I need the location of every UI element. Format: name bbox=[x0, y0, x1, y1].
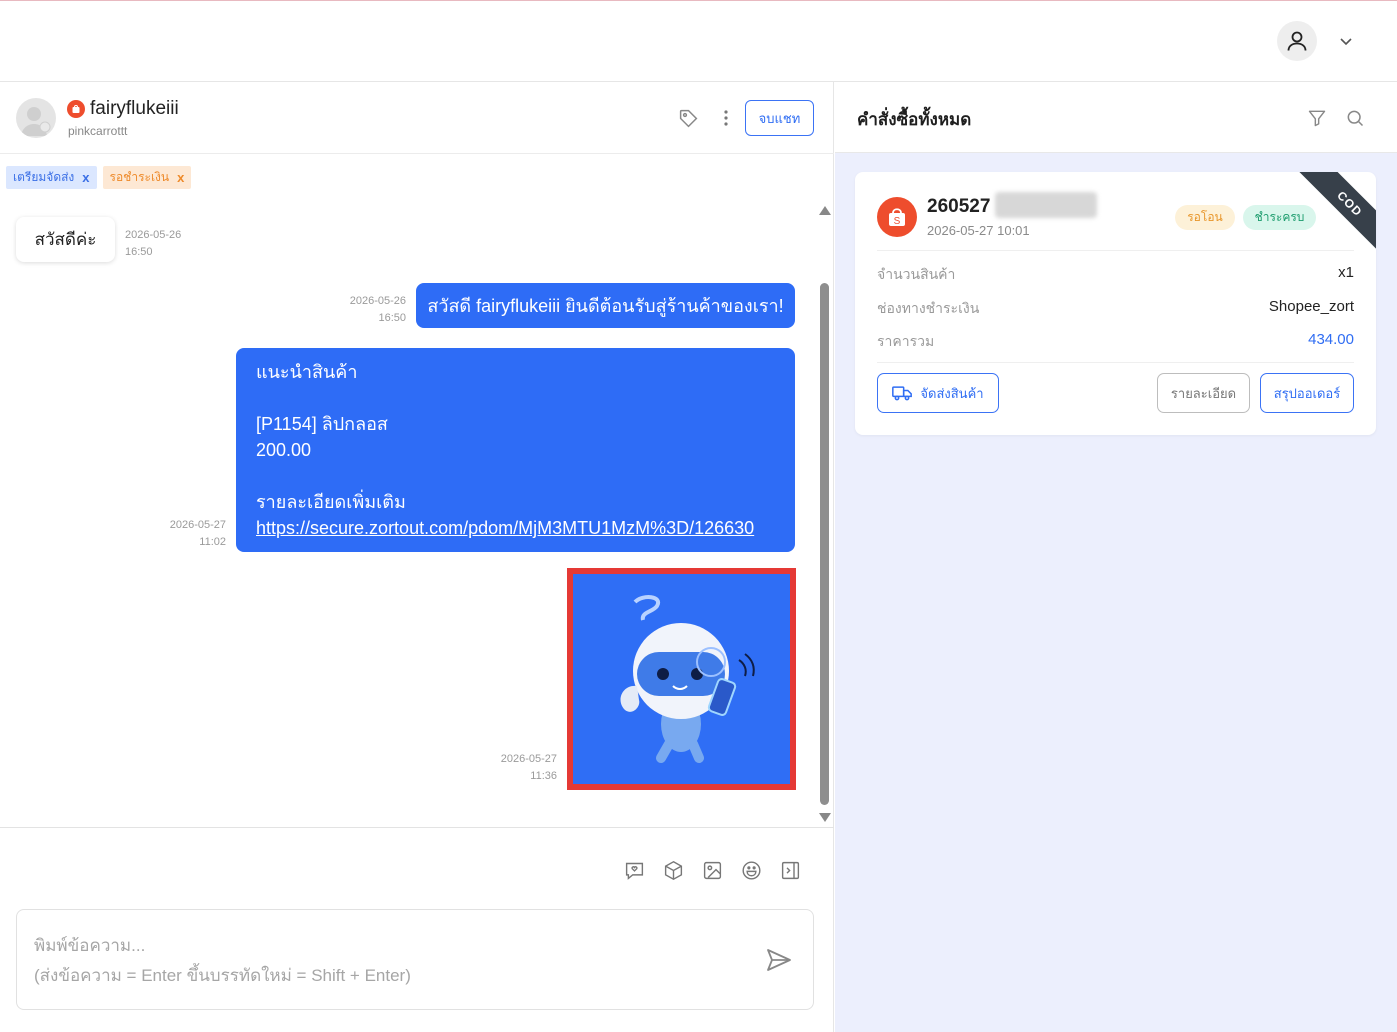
scroll-down-arrow-icon[interactable] bbox=[819, 813, 831, 822]
more-options-icon[interactable] bbox=[722, 109, 730, 127]
filter-icon[interactable] bbox=[1307, 108, 1327, 128]
product-recommendation-message: แนะนำสินค้า [P1154] ลิปกลอส 200.00 รายละ… bbox=[236, 348, 795, 552]
truck-icon bbox=[892, 386, 913, 401]
shopee-icon: S bbox=[877, 197, 917, 237]
chevron-down-icon[interactable] bbox=[1338, 33, 1354, 49]
divider bbox=[877, 250, 1354, 251]
robot-mascot-image bbox=[573, 574, 790, 784]
top-bar bbox=[0, 1, 1397, 82]
tag-icon[interactable] bbox=[678, 108, 699, 129]
scroll-up-arrow-icon[interactable] bbox=[819, 206, 831, 215]
search-icon[interactable] bbox=[1345, 108, 1365, 128]
incoming-message: สวัสดีค่ะ bbox=[16, 217, 115, 262]
order-card[interactable]: S 260527 2026-05-27 10:01 รอโอน ชำระครบ … bbox=[855, 172, 1376, 435]
composer-divider bbox=[0, 827, 834, 828]
tag-label: เตรียมจัดส่ง bbox=[13, 170, 75, 184]
product-name: [P1154] ลิปกลอส bbox=[256, 414, 388, 434]
send-icon[interactable] bbox=[766, 948, 792, 972]
tag-remove-button[interactable]: x bbox=[82, 170, 89, 185]
total-price-value: 434.00 bbox=[1308, 331, 1354, 348]
message-timestamp: 2026-05-27 11:02 bbox=[169, 519, 226, 548]
chat-header: fairyflukeiii pinkcarrottt จบแชท bbox=[0, 82, 834, 154]
status-badge: ชำระครบ bbox=[1243, 205, 1316, 230]
svg-text:S: S bbox=[894, 216, 901, 227]
tag-chip: รอชำระเงิน x bbox=[102, 166, 192, 189]
shopee-icon bbox=[67, 100, 85, 118]
input-placeholder: พิมพ์ข้อความ... bbox=[34, 936, 146, 955]
message-timestamp: 2026-05-26 16:50 bbox=[349, 295, 406, 324]
profile-button[interactable] bbox=[1277, 21, 1317, 61]
image-icon[interactable] bbox=[702, 860, 723, 881]
orders-panel: คำสั่งซื้อทั้งหมด S 260527 2026-05-27 10… bbox=[835, 82, 1397, 1032]
chat-tags: เตรียมจัดส่ง x รอชำระเงิน x bbox=[6, 166, 192, 189]
status-badge: รอโอน bbox=[1175, 205, 1235, 230]
end-chat-button[interactable]: จบแชท bbox=[745, 100, 814, 136]
ship-order-label: จัดส่งสินค้า bbox=[920, 385, 984, 401]
tag-label: รอชำระเงิน bbox=[109, 170, 170, 184]
user-icon bbox=[1287, 31, 1307, 51]
scrollbar-thumb[interactable] bbox=[820, 283, 829, 805]
total-price-label: ราคารวม bbox=[877, 333, 935, 349]
chat-panel: fairyflukeiii pinkcarrottt จบแชท เตรียมจ… bbox=[0, 82, 834, 1032]
order-summary-button[interactable]: สรุปออเดอร์ bbox=[1260, 373, 1354, 413]
divider bbox=[877, 362, 1354, 363]
emoji-icon[interactable] bbox=[741, 860, 762, 881]
customer-username: pinkcarrottt bbox=[68, 124, 128, 138]
tag-chip: เตรียมจัดส่ง x bbox=[6, 166, 97, 189]
redacted-order-suffix bbox=[995, 192, 1097, 218]
input-hint: (ส่งข้อความ = Enter ขึ้นบรรทัดใหม่ = Shi… bbox=[34, 966, 411, 985]
product-link[interactable]: https://secure.zortout.com/pdom/MjM3MTU1… bbox=[256, 515, 775, 541]
product-price: 200.00 bbox=[256, 440, 312, 460]
order-date: 2026-05-27 10:01 bbox=[927, 223, 1030, 238]
quantity-value: x1 bbox=[1338, 264, 1354, 281]
more-details-label: รายละเอียดเพิ่มเติม bbox=[256, 492, 406, 512]
orders-title: คำสั่งซื้อทั้งหมด bbox=[857, 110, 972, 129]
order-details-button[interactable]: รายละเอียด bbox=[1157, 373, 1250, 413]
customer-name: fairyflukeiii bbox=[90, 98, 179, 119]
quick-reply-icon[interactable] bbox=[624, 860, 645, 881]
order-number: 260527 bbox=[927, 196, 991, 217]
panel-toggle-icon[interactable] bbox=[780, 860, 801, 881]
outgoing-message: สวัสดี fairyflukeiii ยินดีต้อนรับสู่ร้าน… bbox=[416, 283, 795, 328]
message-input[interactable]: พิมพ์ข้อความ... (ส่งข้อความ = Enter ขึ้น… bbox=[16, 909, 814, 1010]
orders-header: คำสั่งซื้อทั้งหมด bbox=[835, 82, 1397, 153]
message-title: แนะนำสินค้า bbox=[256, 362, 358, 382]
ship-order-button[interactable]: จัดส่งสินค้า bbox=[877, 373, 999, 413]
message-timestamp: 2026-05-26 16:50 bbox=[125, 229, 182, 258]
quantity-label: จำนวนสินค้า bbox=[877, 266, 956, 282]
payment-channel-label: ช่องทางชำระเงิน bbox=[877, 300, 980, 316]
tag-remove-button[interactable]: x bbox=[177, 170, 184, 185]
composer-toolbar bbox=[624, 860, 801, 881]
product-box-icon[interactable] bbox=[663, 860, 684, 881]
image-message[interactable] bbox=[567, 568, 796, 790]
message-list: สวัสดีค่ะ 2026-05-26 16:50 2026-05-26 16:5… bbox=[0, 202, 816, 827]
customer-avatar[interactable] bbox=[16, 98, 56, 138]
payment-channel-value: Shopee_zort bbox=[1268, 298, 1354, 315]
message-timestamp: 2026-05-27 11:36 bbox=[500, 753, 557, 782]
